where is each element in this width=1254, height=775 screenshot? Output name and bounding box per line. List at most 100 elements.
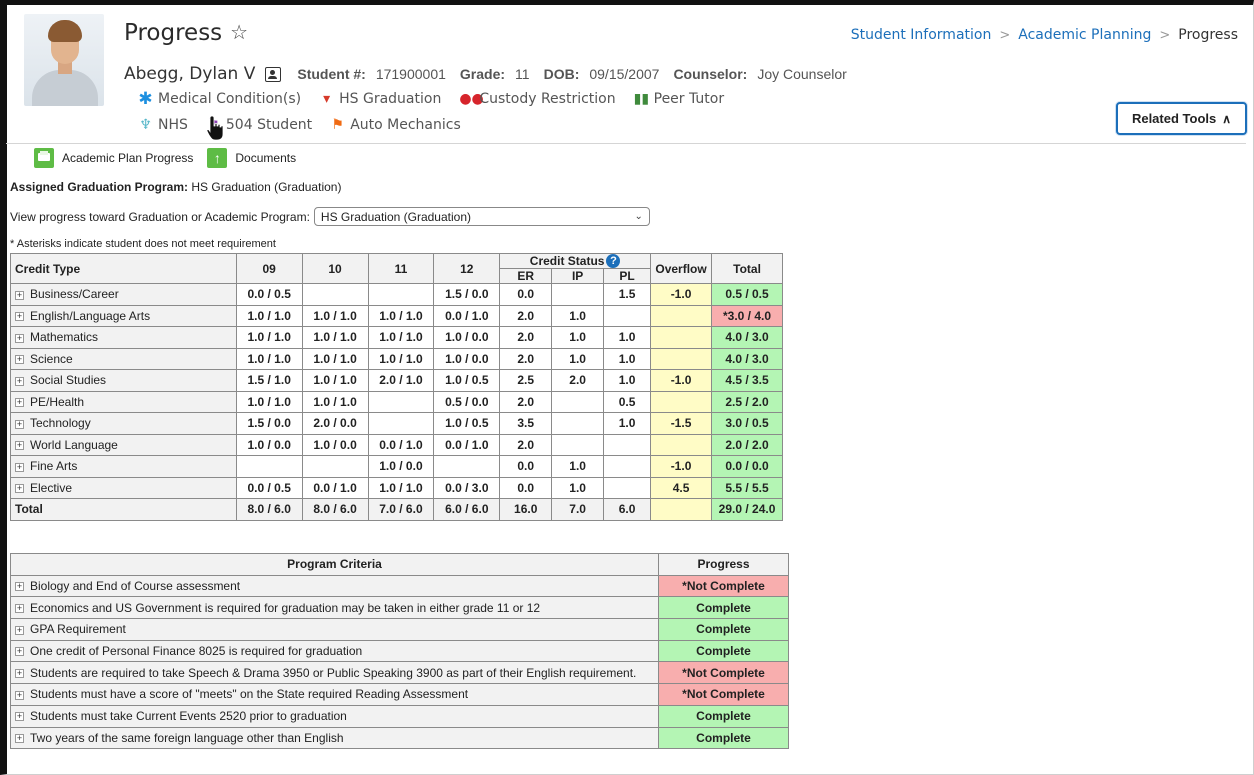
cell-total: 4.0 / 3.0 xyxy=(711,347,783,370)
cell-g09: 1.0 / 0.0 xyxy=(235,433,303,456)
progress-status: Complete xyxy=(658,596,789,620)
book-icon: ▮▮ xyxy=(633,91,650,107)
asterisk-icon: ✱ xyxy=(138,89,153,109)
expand-icon[interactable]: + xyxy=(15,484,24,494)
student-number-label: Student #: xyxy=(297,66,366,82)
counselor-label: Counselor: xyxy=(673,66,748,82)
cell-total: *3.0 / 4.0 xyxy=(711,304,783,327)
flag-peer-tutor[interactable]: ▮▮ Peer Tutor xyxy=(634,91,725,107)
student-flags-row-1: ✱ Medical Condition(s) ▾ HS Graduation ●… xyxy=(138,89,724,109)
expand-icon[interactable]: + xyxy=(15,669,24,679)
student-summary: Abegg, Dylan V Student #: 171900001 Grad… xyxy=(124,64,851,84)
related-tools-label: Related Tools xyxy=(1131,111,1217,126)
help-icon[interactable]: ? xyxy=(606,254,621,268)
cell-er: 2.5 xyxy=(499,369,553,392)
header-grade-11: 11 xyxy=(367,253,435,284)
cell-g12: 1.0 / 0.0 xyxy=(433,326,501,349)
cell-pl: 1.0 xyxy=(603,369,652,392)
cell-er: 2.0 xyxy=(499,433,553,456)
credit-type-label: Science xyxy=(30,351,73,366)
expand-icon[interactable]: + xyxy=(15,462,24,472)
total-er: 16.0 xyxy=(499,498,553,521)
cell-overflow xyxy=(650,433,713,456)
star-icon[interactable]: ☆ xyxy=(230,23,248,43)
dob-value: 09/15/2007 xyxy=(589,66,660,82)
flag-nhs[interactable]: ♆ NHS xyxy=(138,117,188,133)
criteria-row: + Students must take Current Events 2520 … xyxy=(10,704,789,728)
cell-pl xyxy=(603,304,652,327)
cell-pl: 1.0 xyxy=(603,412,652,435)
criteria-cell[interactable]: + Students must take Current Events 2520 … xyxy=(10,704,659,728)
flag-hs-graduation[interactable]: ▾ HS Graduation xyxy=(319,91,441,107)
credit-type-cell[interactable]: + Social Studies xyxy=(10,369,237,392)
total-g10: 8.0 / 6.0 xyxy=(301,498,369,521)
flag-label: Custody Restriction xyxy=(479,91,616,107)
criteria-cell[interactable]: + GPA Requirement xyxy=(10,618,659,641)
flag-medical-condition[interactable]: ✱ Medical Condition(s) xyxy=(138,89,301,109)
print-icon xyxy=(34,148,54,168)
expand-icon[interactable]: + xyxy=(15,419,24,429)
academic-plan-progress-button[interactable]: Academic Plan Progress xyxy=(34,148,193,168)
expand-icon[interactable]: + xyxy=(15,333,24,343)
expand-icon[interactable]: + xyxy=(15,290,24,300)
assigned-program-label: Assigned Graduation Program: xyxy=(10,180,189,194)
criteria-cell[interactable]: + One credit of Personal Finance 8025 is … xyxy=(10,639,659,663)
expand-icon[interactable]: + xyxy=(15,441,24,451)
credit-type-cell[interactable]: + World Language xyxy=(10,433,237,456)
header-program-criteria: Program Criteria xyxy=(10,553,659,576)
breadcrumb-student-information[interactable]: Student Information xyxy=(851,27,992,43)
cell-g11: 1.0 / 1.0 xyxy=(367,304,435,327)
documents-button[interactable]: Documents xyxy=(207,148,296,168)
related-tools-button[interactable]: Related Tools ∧ xyxy=(1116,102,1247,135)
table-row: + Elective 0.0 / 0.5 0.0 / 1.0 1.0 / 1.0 0.0 … xyxy=(10,476,783,499)
credit-type-cell[interactable]: + Mathematics xyxy=(10,326,237,349)
credit-type-cell[interactable]: + Elective xyxy=(10,476,237,499)
criteria-cell[interactable]: + Students are required to take Speech & … xyxy=(10,661,659,685)
expand-icon[interactable]: + xyxy=(15,647,24,657)
expand-icon[interactable]: + xyxy=(15,604,24,614)
cell-g10: 1.0 / 1.0 xyxy=(301,326,369,349)
credit-type-label: World Language xyxy=(30,437,118,452)
credit-status-label: Credit Status xyxy=(529,254,605,268)
criteria-cell[interactable]: + Students must have a score of "meets" o… xyxy=(10,683,659,706)
expand-icon[interactable]: + xyxy=(15,376,24,386)
flag-custody-restriction[interactable]: ●● Custody Restriction xyxy=(459,91,615,107)
cell-g11: 1.0 / 1.0 xyxy=(367,476,435,499)
cell-g09: 1.0 / 1.0 xyxy=(235,326,303,349)
flag-auto-mechanics[interactable]: ⚑ Auto Mechanics xyxy=(330,117,460,133)
criteria-cell[interactable]: + Two years of the same foreign language … xyxy=(10,726,659,750)
expand-icon[interactable]: + xyxy=(15,690,24,700)
breadcrumb-academic-planning[interactable]: Academic Planning xyxy=(1018,27,1151,43)
cell-g11: 2.0 / 1.0 xyxy=(367,369,435,392)
credit-type-cell[interactable]: + Business/Career xyxy=(10,283,237,306)
expand-icon[interactable]: + xyxy=(15,582,24,592)
cell-overflow xyxy=(650,326,713,349)
expand-icon[interactable]: + xyxy=(15,355,24,365)
progress-status: *Not Complete xyxy=(658,574,789,598)
expand-icon[interactable]: + xyxy=(15,734,24,744)
expand-icon[interactable]: + xyxy=(15,625,24,635)
cell-g09: 1.5 / 0.0 xyxy=(235,412,303,435)
contact-card-icon[interactable] xyxy=(265,66,282,82)
credit-type-cell[interactable]: + Science xyxy=(10,347,237,370)
expand-icon[interactable]: + xyxy=(15,398,24,408)
expand-icon[interactable]: + xyxy=(15,312,24,322)
credit-type-cell[interactable]: + PE/Health xyxy=(10,390,237,413)
table-row: + English/Language Arts 1.0 / 1.0 1.0 / 1.0… xyxy=(10,304,783,327)
total-overflow xyxy=(650,498,713,521)
grade-label: Grade: xyxy=(459,66,506,82)
breadcrumb: Student Information > Academic Planning … xyxy=(851,27,1238,43)
cell-g10: 2.0 / 0.0 xyxy=(301,412,369,435)
criteria-cell[interactable]: + Biology and End of Course assessment xyxy=(10,574,659,598)
table-row: + Mathematics 1.0 / 1.0 1.0 / 1.0 1.0 / 1.0 1… xyxy=(10,326,783,349)
credit-type-cell[interactable]: + Fine Arts xyxy=(10,455,237,478)
table-row: + Technology 1.5 / 0.0 2.0 / 0.0 1.0 / 0.5 3.… xyxy=(10,412,783,435)
academic-plan-progress-label: Academic Plan Progress xyxy=(62,151,194,165)
credit-type-cell[interactable]: + Technology xyxy=(10,412,237,435)
criteria-table: Program Criteria Progress + Biology and E… xyxy=(10,553,789,750)
cell-ip xyxy=(551,433,605,456)
expand-icon[interactable]: + xyxy=(15,712,24,722)
criteria-cell[interactable]: + Economics and US Government is required… xyxy=(10,596,659,620)
credit-type-cell[interactable]: + English/Language Arts xyxy=(10,304,237,327)
program-select[interactable]: HS Graduation (Graduation) ⌄ xyxy=(313,207,650,226)
